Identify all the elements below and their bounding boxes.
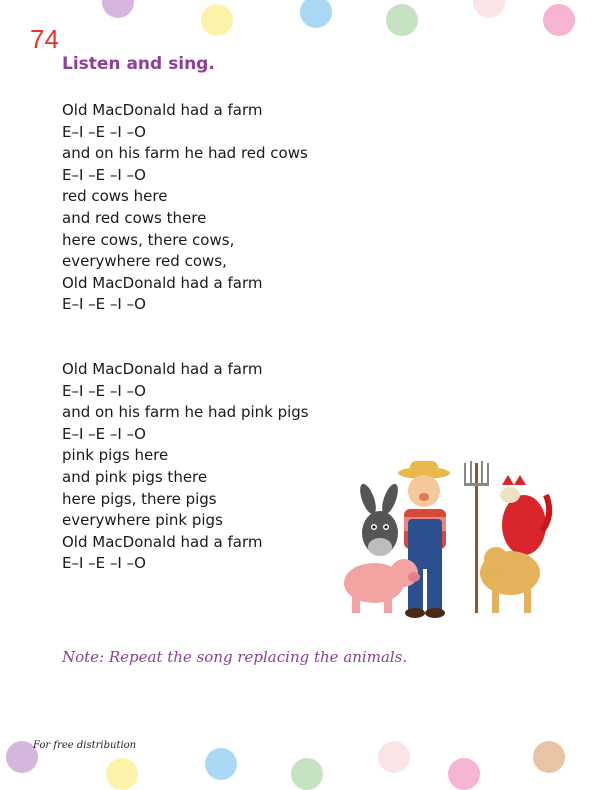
song-line: red cows here <box>62 187 168 206</box>
decor-dot <box>533 741 565 773</box>
song-line: and red cows there <box>62 208 207 227</box>
song-line: E–I –E –I –O <box>62 554 146 573</box>
decor-dot <box>448 758 480 790</box>
song-line: Old MacDonald had a farm <box>62 360 263 378</box>
song-verse-1: Old MacDonald had a farm E–I –E –I –O an… <box>62 100 308 316</box>
song-line: E–I –E –I –O <box>62 122 146 141</box>
decor-dot <box>106 758 138 790</box>
rooster-figure <box>500 475 553 555</box>
decor-dot <box>205 748 237 780</box>
song-line: Old MacDonald had a farm <box>62 101 263 119</box>
decor-dot <box>386 4 418 36</box>
farmer-figure <box>398 461 450 618</box>
old-macdonald-farm-illustration <box>344 461 553 618</box>
song-line: pink pigs here <box>62 446 169 465</box>
song-line: and on his farm he had red cows <box>62 144 308 163</box>
decor-dot <box>543 4 575 36</box>
song-line: Old MacDonald had a farm <box>62 273 263 292</box>
song-line: and pink pigs there <box>62 467 208 486</box>
song-line: here cows, there cows, <box>62 230 235 249</box>
cow-figure <box>480 547 540 613</box>
decor-dot <box>378 741 410 773</box>
song-line: E–I –E –I –O <box>62 381 146 400</box>
pitchfork <box>464 461 489 613</box>
song-line: everywhere red cows, <box>62 252 227 271</box>
decor-dot <box>201 4 233 36</box>
song-line: E–I –E –I –O <box>62 165 146 184</box>
song-line: here pigs, there pigs <box>62 489 217 508</box>
note-text: Note: Repeat the song replacing the anim… <box>62 648 408 666</box>
song-line: E–I –E –I –O <box>62 424 146 443</box>
decor-dot <box>291 758 323 790</box>
decor-dot <box>102 0 134 18</box>
page-heading: Listen and sing. <box>62 54 215 74</box>
song-line: and on his farm he had pink pigs <box>62 403 309 422</box>
song-line: E–I –E –I –O <box>62 295 146 314</box>
decor-dot <box>300 0 332 28</box>
decor-dot <box>473 0 505 18</box>
footer-text: For free distribution <box>33 740 137 751</box>
page-number: 74 <box>30 24 59 54</box>
song-line: everywhere pink pigs <box>62 511 223 530</box>
song-verse-2: Old MacDonald had a farm E–I –E –I –O an… <box>62 359 309 575</box>
donkey-figure <box>360 483 398 556</box>
song-line: Old MacDonald had a farm <box>62 532 263 551</box>
